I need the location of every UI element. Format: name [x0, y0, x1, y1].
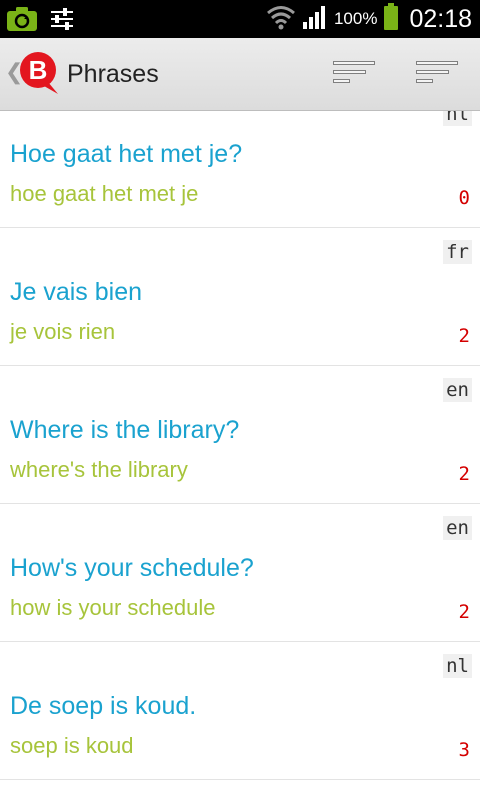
phrase-text: Hoe gaat het met je? [10, 140, 243, 168]
list-item[interactable]: fr Je vais bien je vois rien 2 [0, 228, 480, 366]
sliders-icon [48, 5, 76, 38]
status-bar-right: 100% 02:18 [266, 0, 472, 38]
action-bar: ❮ B Phrases [0, 38, 480, 111]
transcript-text: je vois rien [10, 319, 116, 344]
sort-icon [333, 70, 366, 74]
list-item[interactable]: nl Hoe gaat het met je? hoe gaat het met… [0, 111, 480, 228]
app-logo-letter: B [29, 55, 48, 85]
transcript-text: where's the library [10, 457, 188, 482]
language-tag: en [443, 378, 472, 402]
clock: 02:18 [409, 4, 472, 33]
score: 0 [458, 187, 470, 209]
battery-icon [383, 2, 399, 36]
list-item[interactable]: en Where is the library? where's the lib… [0, 366, 480, 504]
transcript-text: soep is koud [10, 733, 134, 758]
sort-icon [333, 61, 375, 65]
status-bar: 100% 02:18 [0, 0, 480, 38]
phrase-text: Where is the library? [10, 416, 240, 444]
sort-button-2[interactable] [416, 58, 460, 88]
sort-icon [416, 70, 449, 74]
page-title: Phrases [67, 60, 159, 88]
phrase-list: nl Hoe gaat het met je? hoe gaat het met… [0, 111, 480, 800]
sort-icon [333, 79, 350, 83]
camera-sync-icon [6, 6, 38, 37]
sort-button-1[interactable] [333, 58, 377, 88]
language-tag: en [443, 516, 472, 540]
score: 2 [458, 325, 470, 347]
language-tag: nl [443, 111, 472, 126]
score: 3 [458, 739, 470, 761]
score: 2 [458, 463, 470, 485]
phrase-text: How's your schedule? [10, 554, 254, 582]
wifi-icon [266, 4, 296, 35]
phrase-text: De soep is koud. [10, 692, 197, 720]
transcript-text: hoe gaat het met je [10, 181, 199, 206]
signal-icon [302, 4, 328, 35]
transcript-text: how is your schedule [10, 595, 216, 620]
list-item[interactable]: en How's your schedule? how is your sche… [0, 504, 480, 642]
score: 2 [458, 601, 470, 623]
status-bar-left [6, 5, 76, 38]
sort-icon [416, 61, 458, 65]
app-logo[interactable]: B [18, 50, 62, 101]
battery-percent: 100% [333, 9, 378, 28]
language-tag: fr [443, 240, 472, 264]
phrase-text: Je vais bien [10, 278, 143, 306]
list-item[interactable]: nl De soep is koud. soep is koud 3 [0, 642, 480, 780]
sort-icon [416, 79, 433, 83]
language-tag: nl [443, 654, 472, 678]
